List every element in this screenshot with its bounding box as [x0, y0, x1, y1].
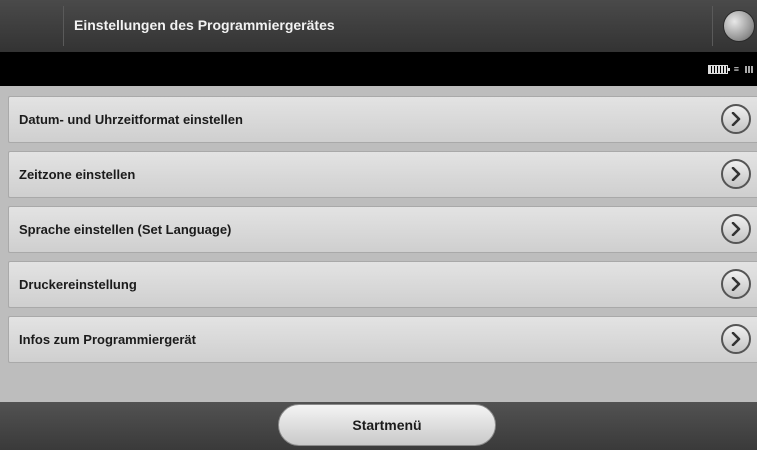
menu-item-label: Druckereinstellung [19, 277, 137, 292]
home-menu-button[interactable]: Startmenü [278, 404, 496, 446]
menu-item-language[interactable]: Sprache einstellen (Set Language) [8, 206, 757, 253]
signal-icon [745, 65, 753, 73]
chevron-right-icon[interactable] [721, 104, 751, 134]
menu-item-label: Infos zum Programmiergerät [19, 332, 196, 347]
chevron-right-icon[interactable] [721, 159, 751, 189]
menu-item-label: Zeitzone einstellen [19, 167, 136, 182]
menu-item-date-time-format[interactable]: Datum- und Uhrzeitformat einstellen [8, 96, 757, 143]
menu-item-time-zone[interactable]: Zeitzone einstellen [8, 151, 757, 198]
chevron-right-icon[interactable] [721, 324, 751, 354]
globe-icon[interactable] [723, 10, 755, 42]
wifi-icon: ≡ [733, 63, 739, 74]
title-divider [63, 6, 64, 46]
menu-item-printer[interactable]: Druckereinstellung [8, 261, 757, 308]
page-title: Einstellungen des Programmiergerätes [74, 17, 335, 33]
settings-list: Datum- und Uhrzeitformat einstellen Zeit… [8, 96, 757, 371]
battery-icon [707, 64, 730, 74]
menu-item-programmer-info[interactable]: Infos zum Programmiergerät [8, 316, 757, 363]
menu-item-label: Datum- und Uhrzeitformat einstellen [19, 112, 243, 127]
menu-item-label: Sprache einstellen (Set Language) [19, 222, 232, 237]
title-divider-right [712, 6, 713, 46]
chevron-right-icon[interactable] [721, 214, 751, 244]
title-bar: Einstellungen des Programmiergerätes [0, 0, 757, 53]
status-icons: ≡ [707, 63, 753, 74]
chevron-right-icon[interactable] [721, 269, 751, 299]
status-bar: ≡ [0, 52, 757, 86]
